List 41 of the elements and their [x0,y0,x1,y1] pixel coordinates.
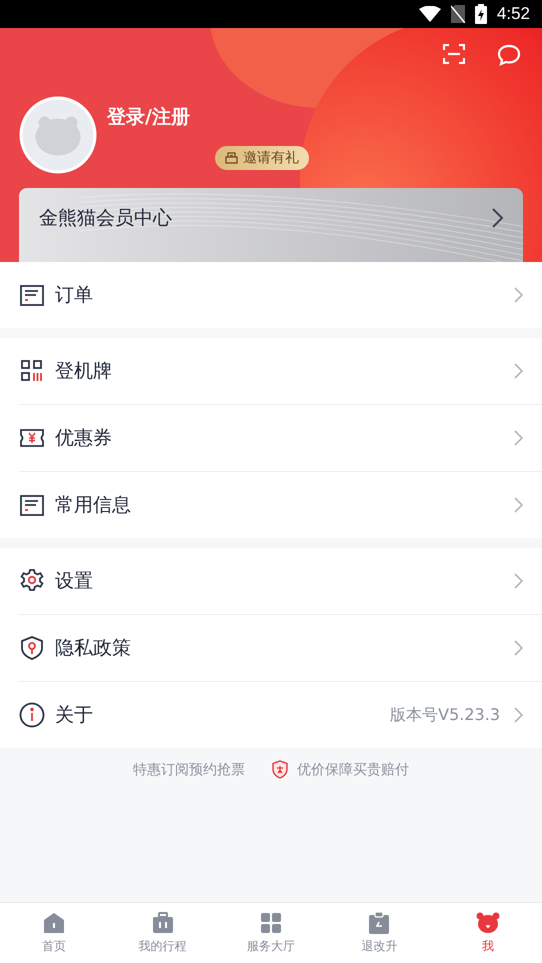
wifi-icon [418,6,441,22]
version-text: 版本号V5.23.3 [390,704,500,726]
info-icon [19,702,45,728]
invite-badge[interactable]: 邀请有礼 [215,146,309,170]
home-icon [42,911,66,935]
chevron-right-icon [492,208,503,228]
gear-icon [19,568,45,594]
guarantee-text: 优价保障买贵赔付 [297,760,409,778]
no-sim-icon [450,5,465,23]
grid-icon [259,911,284,935]
list-icon [19,492,45,518]
menu-item[interactable]: 设置 [19,548,542,614]
login-link[interactable]: 登录/注册 [107,104,190,130]
clock-time: 4:52 [496,4,530,24]
chevron-right-icon [514,363,523,379]
qr-code-icon [19,358,45,384]
member-center-card[interactable]: 金熊猫会员中心 [19,188,523,262]
battery-icon [474,4,487,24]
scan-icon[interactable] [443,44,465,64]
suitcase-icon [150,911,175,935]
chat-icon[interactable] [497,44,521,66]
promo-text: 特惠订阅预约抢票 [133,760,245,778]
clipboard-icon [367,911,392,935]
menu-item[interactable]: 登机牌 [19,338,542,404]
avatar[interactable] [19,96,97,174]
chevron-right-icon [514,707,523,723]
chevron-right-icon [514,497,523,513]
chevron-right-icon [514,287,523,303]
menu-item[interactable]: 常用信息 [19,471,542,538]
envelope-icon [225,152,238,164]
chevron-right-icon [514,640,523,656]
chevron-right-icon [514,573,523,589]
menu-item[interactable]: 隐私政策 [19,614,542,681]
list-icon [19,282,45,308]
menu-item[interactable]: 优惠券 [19,404,542,471]
chevron-right-icon [514,430,523,446]
nav-tab[interactable]: 我 [434,903,542,963]
shield-icon [271,760,289,779]
menu-item[interactable]: 关于 版本号V5.23.3 [19,681,542,748]
bear-icon [476,911,500,935]
shield-icon [19,635,45,661]
